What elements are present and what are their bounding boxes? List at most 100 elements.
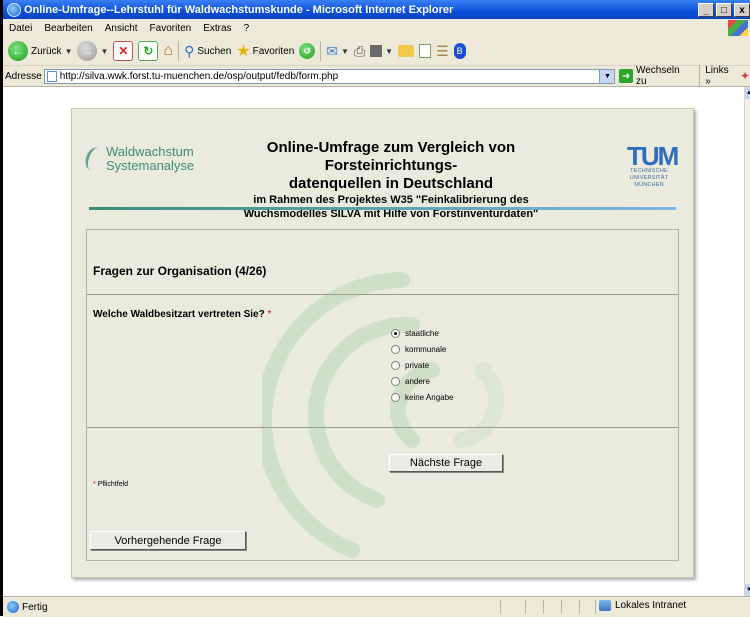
watermark-rings	[262, 272, 505, 558]
status-divider	[543, 600, 544, 614]
back-dropdown-icon[interactable]: ▼	[65, 47, 73, 56]
address-input[interactable]: http://silva.wwk.forst.tu-muenchen.de/os…	[43, 68, 616, 84]
search-button[interactable]: ⚲ Suchen	[184, 43, 231, 60]
refresh-button[interactable]: ↻	[138, 41, 159, 61]
address-url[interactable]: http://silva.wwk.forst.tu-muenchen.de/os…	[60, 71, 338, 82]
star-icon: ★	[236, 43, 251, 60]
edit-button[interactable]: ▼	[370, 45, 393, 57]
next-question-button[interactable]: Nächste Frage	[389, 454, 503, 472]
option-private[interactable]: private	[391, 357, 454, 373]
status-divider	[579, 600, 580, 614]
status-divider	[595, 600, 596, 614]
menu-help[interactable]: ?	[238, 23, 256, 34]
history-icon: ↺	[299, 43, 316, 59]
forward-arrow-icon: →	[77, 41, 98, 61]
address-label: Adresse	[5, 70, 42, 82]
option-keine-angabe[interactable]: keine Angabe	[391, 389, 454, 405]
print-button[interactable]: ⎙	[354, 43, 365, 60]
status-divider	[525, 600, 526, 614]
previous-question-button[interactable]: Vorhergehende Frage	[90, 531, 246, 550]
forward-dropdown-icon[interactable]: ▼	[100, 47, 108, 56]
option-label: kommunale	[405, 344, 447, 354]
menu-bearbeiten[interactable]: Bearbeiten	[38, 23, 98, 34]
question-panel: Fragen zur Organisation (4/26) Welche Wa…	[86, 229, 679, 561]
bluetooth-button[interactable]: B	[453, 43, 466, 59]
status-divider	[500, 600, 501, 614]
research-button[interactable]: ☰	[436, 43, 449, 60]
radio-group: staatliche kommunale private andere kein…	[391, 325, 454, 405]
folder-button[interactable]	[398, 45, 415, 57]
option-label: private	[405, 360, 430, 370]
option-label: keine Angabe	[405, 392, 454, 402]
radio-staatliche[interactable]	[391, 328, 400, 338]
search-icon: ⚲	[184, 42, 195, 59]
mail-dropdown-icon[interactable]: ▼	[341, 47, 349, 56]
scroll-up-icon[interactable]: ▲	[745, 87, 750, 99]
go-label: Wechseln zu	[635, 65, 680, 87]
address-bar: Adresse http://silva.wwk.forst.tu-muench…	[3, 65, 750, 87]
home-button[interactable]: ⌂	[163, 42, 173, 60]
messenger-button[interactable]	[419, 44, 432, 58]
logo-line1: Waldwachstum	[106, 144, 194, 159]
question-text: Welche Waldbesitzart vertreten Sie?	[93, 309, 265, 320]
history-button[interactable]: ↺	[299, 43, 316, 59]
option-kommunale[interactable]: kommunale	[391, 341, 454, 357]
windows-flag-icon	[728, 20, 748, 36]
favorites-button[interactable]: ★ Favoriten	[236, 41, 294, 61]
required-marker: *	[93, 481, 96, 488]
bluetooth-icon: B	[453, 43, 466, 59]
zone-label: Lokales Intranet	[615, 600, 687, 611]
stop-button[interactable]: ✕	[113, 41, 134, 61]
maximize-button[interactable]: □	[716, 2, 732, 17]
title-bar: Online-Umfrage--Lehrstuhl für Waldwachst…	[3, 0, 750, 19]
books-icon: ☰	[436, 42, 449, 59]
radio-kommunale[interactable]	[391, 344, 400, 354]
toolbar-separator	[320, 41, 322, 61]
intranet-icon	[599, 600, 611, 611]
survey-card: Waldwachstum Systemanalyse Online-Umfrag…	[71, 108, 694, 578]
document-icon	[419, 44, 432, 58]
radio-private[interactable]	[391, 360, 400, 370]
menu-ansicht[interactable]: Ansicht	[99, 23, 144, 34]
edit-dropdown-icon[interactable]: ▼	[385, 47, 393, 56]
tum-line1: TECHNISCHE	[630, 168, 668, 174]
go-button[interactable]: ➜ Wechseln zu	[619, 65, 691, 87]
status-divider	[561, 600, 562, 614]
translate-icon[interactable]: ✦	[740, 69, 750, 83]
page-content: Waldwachstum Systemanalyse Online-Umfrag…	[3, 87, 744, 596]
menu-favoriten[interactable]: Favoriten	[144, 23, 198, 34]
address-dropdown-icon[interactable]: ▼	[599, 69, 615, 83]
radio-keine-angabe[interactable]	[391, 392, 400, 402]
forward-button[interactable]: → ▼	[77, 41, 108, 61]
option-andere[interactable]: andere	[391, 373, 454, 389]
scroll-down-icon[interactable]: ▼	[745, 584, 750, 596]
back-button[interactable]: ← Zurück ▼	[8, 41, 72, 61]
go-arrow-icon: ➜	[619, 69, 633, 83]
swoosh-icon	[82, 144, 107, 174]
required-note-text: Pflichtfeld	[97, 481, 129, 488]
status-bar: Fertig Lokales Intranet	[3, 596, 750, 617]
close-button[interactable]: x	[734, 2, 750, 17]
printer-icon: ⎙	[353, 42, 366, 59]
security-zone: Lokales Intranet	[599, 600, 686, 611]
divider	[87, 427, 678, 428]
minimize-button[interactable]: _	[698, 2, 714, 17]
mail-button[interactable]: ✉ ▼	[326, 43, 349, 60]
back-label: Zurück	[31, 45, 62, 57]
menu-extras[interactable]: Extras	[197, 23, 237, 34]
menu-datei[interactable]: Datei	[3, 23, 38, 34]
links-label: Links	[705, 65, 729, 76]
radio-andere[interactable]	[391, 376, 400, 386]
option-label: andere	[405, 376, 430, 386]
option-staatliche[interactable]: staatliche	[391, 325, 454, 341]
tum-line3: MÜNCHEN	[634, 182, 664, 188]
browser-window: Online-Umfrage--Lehrstuhl für Waldwachst…	[0, 0, 750, 617]
folder-icon	[398, 45, 415, 57]
vertical-scrollbar[interactable]: ▲ ▼	[744, 87, 750, 596]
required-marker: *	[267, 309, 272, 320]
links-button[interactable]: Links »	[699, 65, 736, 87]
logo-line2: Systemanalyse	[106, 158, 195, 173]
home-icon: ⌂	[163, 42, 174, 59]
stop-icon: ✕	[113, 41, 134, 61]
header-subtitle-line1: im Rahmen des Projektes W35 "Feinkalibri…	[253, 194, 529, 206]
